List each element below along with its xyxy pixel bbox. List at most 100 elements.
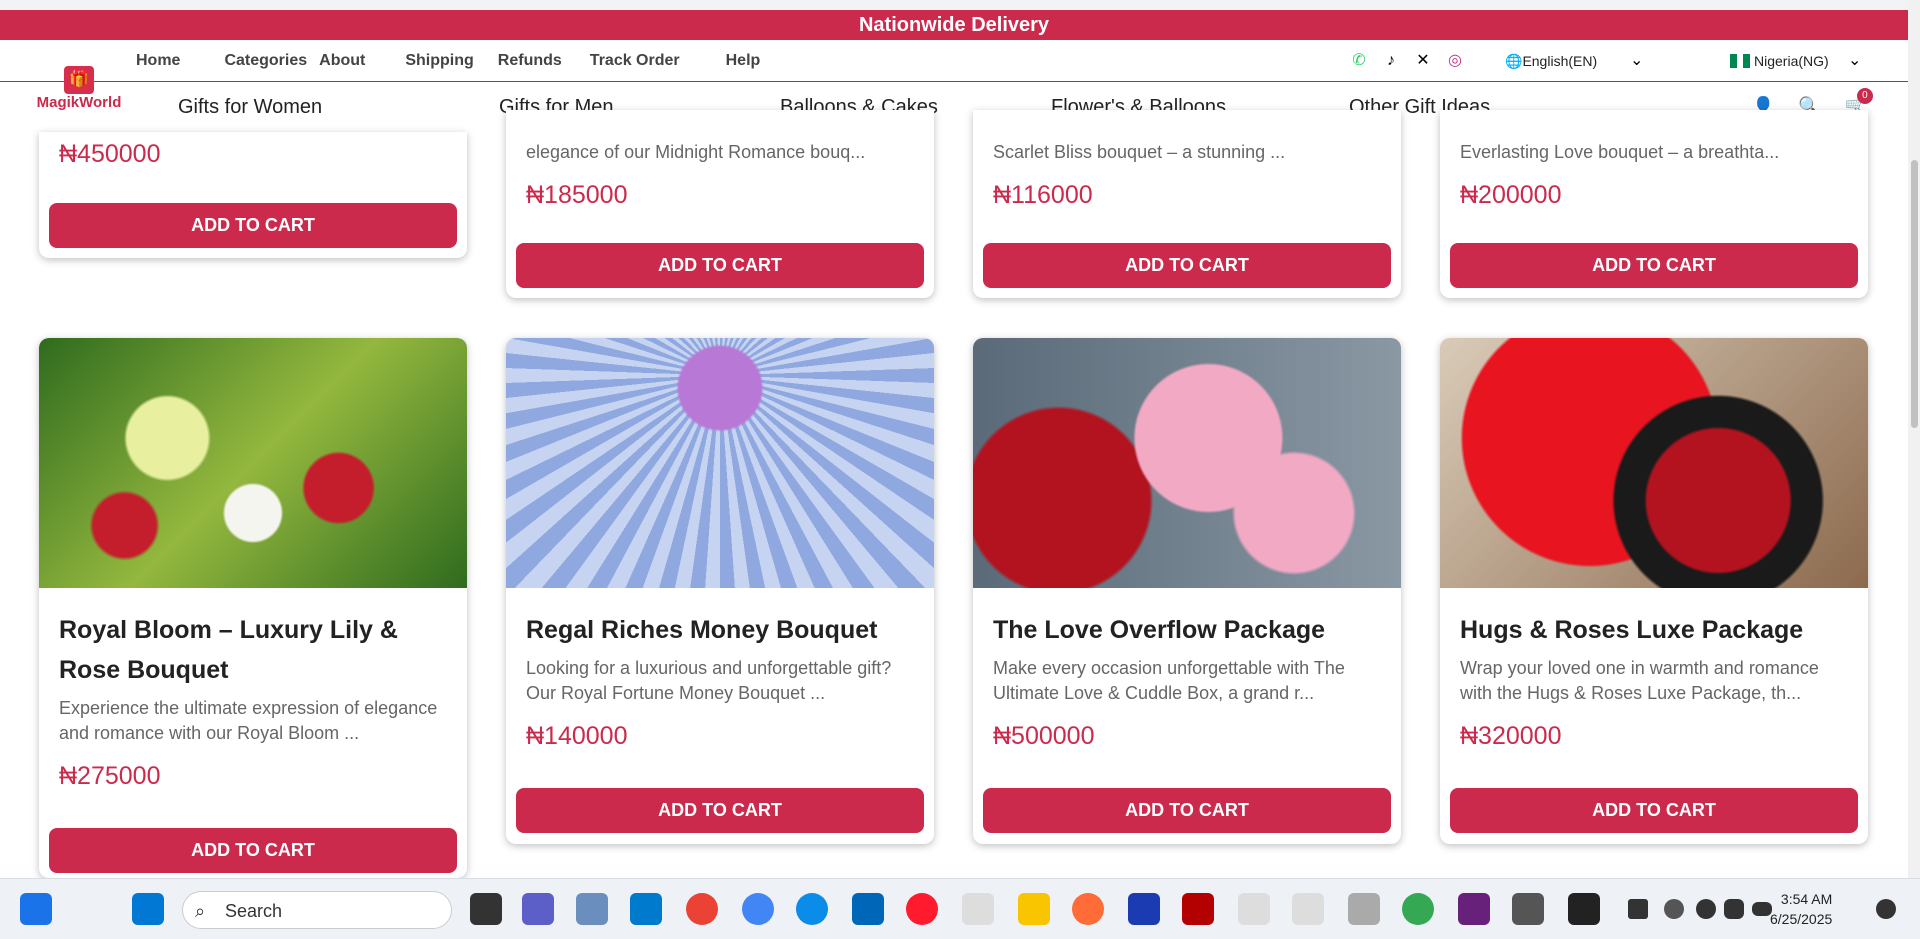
product-title[interactable]: Royal Bloom – Luxury Lily & Rose Bouquet <box>39 588 467 690</box>
nigeria-flag-icon <box>1730 54 1751 68</box>
product-image[interactable] <box>39 338 467 588</box>
product-card: ₦450000 ADD TO CART <box>39 132 467 258</box>
product-card: elegance of our Midnight Romance bouq...… <box>506 110 934 298</box>
nav-links: Home Categories About Shipping Refunds T… <box>136 52 760 70</box>
filezilla-icon[interactable] <box>1182 893 1214 925</box>
product-card: Scarlet Bliss bouquet – a stunning ... ₦… <box>973 110 1401 298</box>
nav-about[interactable]: About <box>319 52 365 70</box>
cart-badge: 0 <box>1856 88 1873 104</box>
windows-start-icon[interactable] <box>132 893 164 925</box>
social-links: ✆ ♪ ✕ ◎ <box>1350 52 1464 70</box>
widgets-icon[interactable] <box>20 893 52 925</box>
chrome-icon[interactable] <box>742 893 774 925</box>
product-price: ₦200000 <box>1460 181 1562 209</box>
m-app-icon[interactable] <box>1128 893 1160 925</box>
product-card: Everlasting Love bouquet – a breathta...… <box>1440 110 1868 298</box>
add-to-cart-button[interactable]: ADD TO CART <box>49 203 457 248</box>
product-price: ₦275000 <box>59 762 161 790</box>
wifi-icon[interactable] <box>1696 899 1716 919</box>
nav-help[interactable]: Help <box>726 52 761 70</box>
delivery-banner: Nationwide Delivery <box>0 10 1908 40</box>
search-icon: ⌕ <box>195 901 206 921</box>
nav-track-order[interactable]: Track Order <box>590 52 680 70</box>
add-to-cart-button[interactable]: ADD TO CART <box>516 788 924 833</box>
tiktok-icon[interactable]: ♪ <box>1382 52 1400 70</box>
chat-icon[interactable] <box>522 893 554 925</box>
product-card: Royal Bloom – Luxury Lily & Rose Bouquet… <box>39 338 467 878</box>
gift-icon: 🎁 <box>64 66 94 94</box>
page-scrollbar[interactable] <box>1908 0 1920 878</box>
battery-icon[interactable] <box>1752 902 1772 916</box>
category-gifts-women[interactable]: Gifts for Women <box>178 96 322 119</box>
app-icon[interactable] <box>576 893 608 925</box>
edge-icon[interactable] <box>796 893 828 925</box>
whatsapp-icon[interactable]: ✆ <box>1350 52 1368 70</box>
product-price: ₦320000 <box>1460 722 1562 750</box>
x-icon[interactable]: ✕ <box>1414 52 1432 70</box>
product-title[interactable]: The Love Overflow Package <box>973 588 1401 650</box>
onedrive-icon[interactable] <box>1664 899 1684 919</box>
folder-icon[interactable] <box>1018 893 1050 925</box>
scrollbar-thumb[interactable] <box>1911 160 1918 428</box>
product-title[interactable]: Hugs & Roses Luxe Package <box>1440 588 1868 650</box>
task-view-icon[interactable] <box>470 893 502 925</box>
language-select[interactable]: 🌐English(EN) <box>1505 53 1597 70</box>
browser-frame <box>0 0 1920 10</box>
file-icon[interactable] <box>962 893 994 925</box>
app-icon[interactable] <box>1348 893 1380 925</box>
product-card: Hugs & Roses Luxe Package Wrap your love… <box>1440 338 1868 844</box>
add-to-cart-button[interactable]: ADD TO CART <box>1450 243 1858 288</box>
product-description: Experience the ultimate expression of el… <box>59 698 438 743</box>
product-image[interactable] <box>973 338 1401 588</box>
product-image[interactable] <box>1440 338 1868 588</box>
nav-shipping[interactable]: Shipping <box>405 52 473 70</box>
product-image[interactable] <box>506 338 934 588</box>
product-description: Scarlet Bliss bouquet – a stunning ... <box>993 142 1286 162</box>
product-description: elegance of our Midnight Romance bouq... <box>526 142 866 162</box>
postman-icon[interactable] <box>1072 893 1104 925</box>
volume-icon[interactable] <box>1724 899 1744 919</box>
globe-icon: 🌐 <box>1505 53 1523 69</box>
nav-home[interactable]: Home <box>136 52 180 70</box>
top-nav: Home Categories About Shipping Refunds T… <box>0 40 1908 82</box>
product-price: ₦450000 <box>59 140 161 168</box>
instagram-icon[interactable]: ◎ <box>1446 52 1464 70</box>
windows-taskbar: ⌕ Search 3:54 AM 6/25/2025 <box>0 878 1920 939</box>
product-card: The Love Overflow Package Make every occ… <box>973 338 1401 844</box>
file-icon[interactable] <box>1292 893 1324 925</box>
chrome-icon[interactable] <box>686 893 718 925</box>
chevron-up-icon[interactable] <box>1628 899 1648 919</box>
product-price: ₦500000 <box>993 722 1095 750</box>
notification-icon[interactable] <box>1876 899 1896 919</box>
product-title[interactable]: Regal Riches Money Bouquet <box>506 588 934 650</box>
product-price: ₦140000 <box>526 722 628 750</box>
product-description: Looking for a luxurious and unforgettabl… <box>526 658 892 703</box>
add-to-cart-button[interactable]: ADD TO CART <box>983 243 1391 288</box>
taskbar-search[interactable]: ⌕ Search <box>182 891 452 929</box>
logo[interactable]: 🎁 MagikWorld <box>28 62 130 124</box>
product-description: Make every occasion unforgettable with T… <box>993 658 1345 703</box>
nav-refunds[interactable]: Refunds <box>498 52 562 70</box>
product-description: Everlasting Love bouquet – a breathta... <box>1460 142 1780 162</box>
app-icon[interactable] <box>1568 893 1600 925</box>
add-to-cart-button[interactable]: ADD TO CART <box>983 788 1391 833</box>
add-to-cart-button[interactable]: ADD TO CART <box>1450 788 1858 833</box>
nav-categories[interactable]: Categories <box>224 52 307 70</box>
opera-icon[interactable] <box>906 893 938 925</box>
vscode-icon[interactable] <box>630 893 662 925</box>
product-card: Regal Riches Money Bouquet Looking for a… <box>506 338 934 844</box>
taskbar-clock[interactable]: 3:54 AM 6/25/2025 <box>1770 889 1832 929</box>
chevron-down-icon[interactable]: ⌄ <box>1630 50 1643 70</box>
file-icon[interactable] <box>1238 893 1270 925</box>
add-to-cart-button[interactable]: ADD TO CART <box>49 828 457 873</box>
add-to-cart-button[interactable]: ADD TO CART <box>516 243 924 288</box>
product-description: Wrap your loved one in warmth and romanc… <box>1460 658 1819 703</box>
store-icon[interactable] <box>852 893 884 925</box>
chevron-down-icon[interactable]: ⌄ <box>1848 50 1861 70</box>
product-price: ₦185000 <box>526 181 628 209</box>
product-price: ₦116000 <box>993 181 1093 209</box>
unity-icon[interactable] <box>1512 893 1544 925</box>
visual-studio-icon[interactable] <box>1458 893 1490 925</box>
country-select[interactable]: Nigeria(NG) <box>1730 53 1829 69</box>
chrome-icon[interactable] <box>1402 893 1434 925</box>
